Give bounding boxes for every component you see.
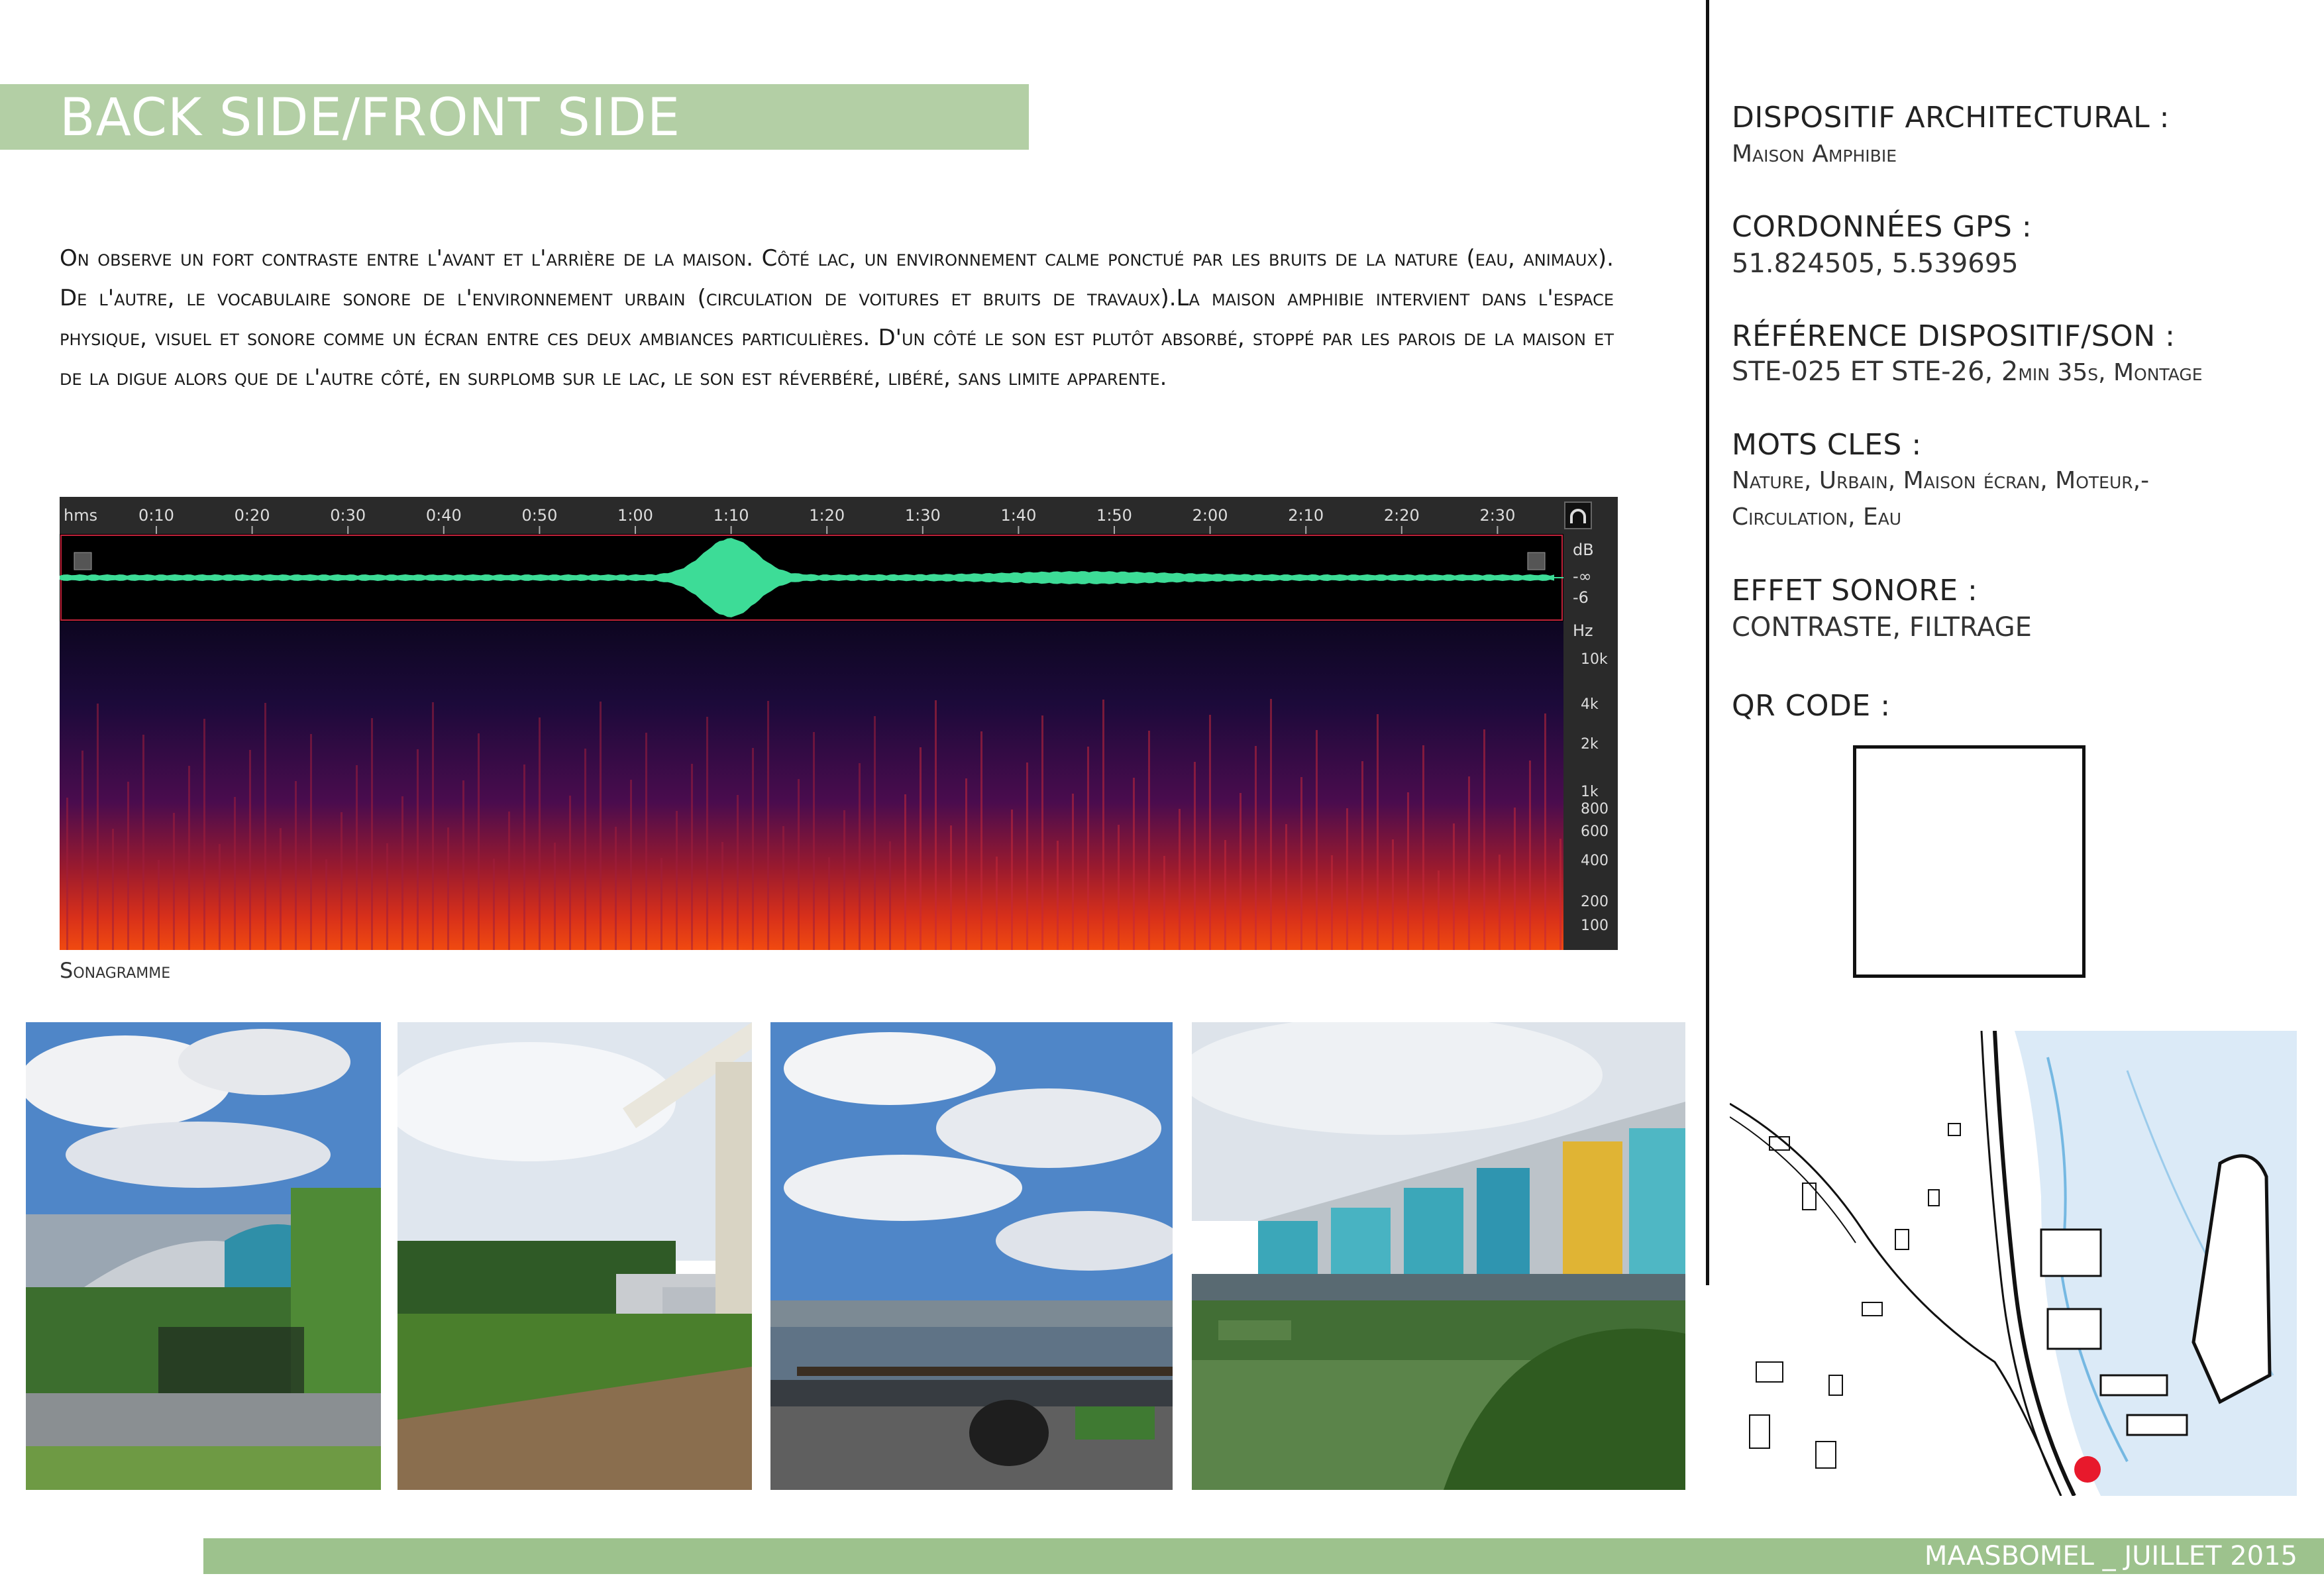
time-tick-label: 0:40	[426, 506, 462, 525]
location-marker	[2074, 1456, 2101, 1483]
photo-lake-terrace	[770, 1022, 1173, 1490]
time-tick-label: 1:50	[1096, 506, 1132, 525]
time-tick-label: 1:10	[713, 506, 749, 525]
reference-value-main: STE-025 ET STE-26, 2	[1732, 356, 2019, 387]
time-tick-label: 0:50	[521, 506, 557, 525]
hz-tick-label: 800	[1581, 801, 1609, 817]
time-tick-label: 1:20	[809, 506, 845, 525]
qr-code-placeholder[interactable]	[1853, 745, 2086, 978]
photo-house-street	[26, 1022, 381, 1490]
reference-value: STE-025 ET STE-26, 2min 35s, Montage	[1732, 356, 2203, 387]
time-unit-label: hms	[64, 506, 97, 525]
sonagram-svg: hms 0:10 0:20 0:30 0:40 0:50 1:00 1:10 1:20 1:30…	[60, 497, 1618, 950]
column-divider	[1706, 0, 1709, 1285]
time-tick-label: 1:30	[905, 506, 941, 525]
hz-tick-label: 1k	[1581, 784, 1599, 800]
photo-amphibious-houses	[1192, 1022, 1685, 1490]
time-tick-label: 1:40	[1000, 506, 1036, 525]
reference-label: RÉFÉRENCE DISPOSITIF/SON :	[1732, 319, 2176, 353]
dispositif-label: DISPOSITIF ARCHITECTURAL :	[1732, 101, 2170, 134]
hz-tick-label: 2k	[1581, 736, 1599, 753]
dispositif-value: Maison Amphibie	[1732, 140, 1897, 168]
db-tick-6: -6	[1573, 588, 1589, 607]
time-tick-label: 2:20	[1384, 506, 1420, 525]
qr-code-label: QR CODE :	[1732, 689, 1891, 723]
mots-cles-label: MOTS CLES :	[1732, 428, 1922, 462]
db-label: dB	[1573, 541, 1594, 559]
db-tick-inf: -∞	[1573, 567, 1592, 586]
hz-tick-label: 100	[1581, 918, 1609, 934]
effet-sonore-label: EFFET SONORE :	[1732, 574, 1978, 607]
time-tick-label: 0:20	[235, 506, 270, 525]
hz-tick-label: 10k	[1581, 651, 1608, 668]
time-tick-label: 2:00	[1192, 506, 1228, 525]
hz-tick-label: 400	[1581, 853, 1609, 869]
mots-cles-line-1: Nature, Urbain, Maison écran, Moteur,-	[1732, 467, 2150, 494]
gps-value: 51.824505, 5.539695	[1732, 248, 2019, 279]
fade-out-handle[interactable]	[1527, 552, 1546, 570]
hz-tick-label: 4k	[1581, 696, 1599, 713]
effet-sonore-value: CONTRASTE, FILTRAGE	[1732, 612, 2032, 643]
body-paragraph: On observe un fort contraste entre l'ava…	[60, 245, 1614, 391]
time-tick-label: 2:30	[1479, 506, 1515, 525]
reference-value-duration: min 35s, Montage	[2018, 359, 2203, 386]
time-tick-label: 1:00	[617, 506, 653, 525]
photo-garden-side	[397, 1022, 752, 1490]
footer-text: MAASBOMEL _ JUILLET 2015	[1924, 1541, 2298, 1571]
monitor-button[interactable]	[1564, 501, 1592, 529]
page-title: BACK SIDE/FRONT SIDE	[60, 88, 681, 148]
mots-cles-line-2: Circulation, Eau	[1732, 503, 1902, 531]
time-tick-label: 0:30	[330, 506, 366, 525]
hz-tick-label: 200	[1581, 894, 1609, 910]
time-tick-label: 0:10	[138, 506, 174, 525]
time-tick-label: 2:10	[1288, 506, 1324, 525]
sonagram-caption: Sonagramme	[60, 958, 171, 983]
site-map	[1730, 1031, 2297, 1496]
hz-tick-label: 600	[1581, 823, 1609, 840]
gps-label: CORDONNÉES GPS :	[1732, 210, 2033, 244]
hz-label: Hz	[1573, 621, 1593, 640]
fade-in-handle[interactable]	[74, 552, 92, 570]
sonagram-figure: hms 0:10 0:20 0:30 0:40 0:50 1:00 1:10 1:20 1:30…	[60, 497, 1618, 950]
